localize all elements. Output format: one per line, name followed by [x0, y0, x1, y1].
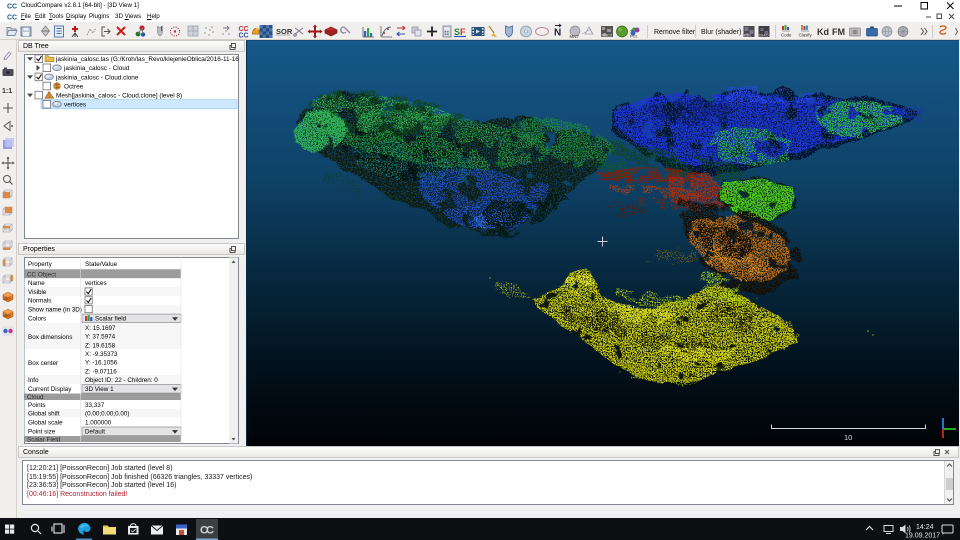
- svg-text:Global shift: Global shift: [28, 411, 60, 418]
- svg-text:Remove filter: Remove filter: [654, 29, 696, 36]
- svg-text:Global scale: Global scale: [28, 419, 63, 426]
- svg-text:F: F: [460, 27, 466, 37]
- svg-text:vertices: vertices: [64, 102, 86, 109]
- svg-text:Current Display: Current Display: [28, 386, 72, 393]
- svg-text:Z: -9.07116: Z: -9.07116: [85, 368, 117, 375]
- svg-text:ISO: ISO: [4, 314, 10, 318]
- svg-text:(0.00;0.00;0.00): (0.00;0.00;0.00): [85, 411, 129, 418]
- svg-text:Point size: Point size: [28, 428, 56, 435]
- svg-text:Show name (in 3D): Show name (in 3D): [28, 307, 82, 314]
- svg-text:10: 10: [844, 433, 852, 442]
- svg-text:SOR: SOR: [276, 27, 293, 36]
- svg-text:EDL: EDL: [744, 33, 753, 38]
- svg-text:CC: CC: [239, 33, 249, 40]
- svg-text:CC Object: CC Object: [27, 272, 56, 279]
- svg-text:Mesh[jaskinia_calosc - Cloud.c: Mesh[jaskinia_calosc - Cloud.clone] (lev…: [56, 93, 182, 100]
- svg-text:M3C2: M3C2: [602, 33, 613, 38]
- svg-text:Blur (shader): Blur (shader): [701, 29, 741, 36]
- svg-text:Scalar field: Scalar field: [95, 316, 127, 323]
- svg-text:1:1: 1:1: [2, 88, 12, 95]
- svg-text:X: -9.35373: X: -9.35373: [85, 351, 118, 358]
- svg-text:FM: FM: [832, 27, 845, 37]
- svg-text:SSAO: SSAO: [759, 34, 769, 38]
- svg-text:Kd: Kd: [817, 27, 829, 37]
- svg-text:Code: Code: [781, 33, 792, 38]
- svg-text:Z: 19.6158: Z: 19.6158: [85, 342, 116, 349]
- svg-text:1.000000: 1.000000: [85, 419, 112, 426]
- svg-text:Property: Property: [28, 261, 53, 268]
- svg-text:Box dimensions: Box dimensions: [28, 334, 72, 341]
- svg-text:Y: -16.1056: Y: -16.1056: [85, 360, 118, 367]
- svg-text:Y: 37.5974: Y: 37.5974: [85, 334, 116, 341]
- svg-text:jaskinia_calosc.las (G:/Kroh/l: jaskinia_calosc.las (G:/Kroh/las_Revo/kl…: [55, 56, 239, 63]
- svg-text:jaskinia_calosc - Cloud.clone: jaskinia_calosc - Cloud.clone: [55, 74, 139, 81]
- svg-text:Visible: Visible: [28, 289, 47, 296]
- svg-text:vertices: vertices: [85, 280, 107, 287]
- svg-text:C: C: [206, 525, 214, 537]
- svg-text:Object ID: 22 - Children: 0: Object ID: 22 - Children: 0: [85, 377, 158, 384]
- svg-text:Normals: Normals: [28, 298, 51, 305]
- svg-text:Scalar Field: Scalar Field: [27, 436, 61, 443]
- svg-text:N: N: [554, 28, 561, 39]
- svg-text:Colors: Colors: [28, 316, 46, 323]
- svg-text:3D View 1: 3D View 1: [85, 386, 114, 393]
- svg-text:CC: CC: [7, 4, 17, 11]
- svg-text:Clasify: Clasify: [799, 33, 813, 38]
- svg-text:19.09.2017: 19.09.2017: [905, 533, 940, 540]
- svg-text:X: 15.1697: X: 15.1697: [85, 325, 116, 332]
- svg-text:Octree: Octree: [64, 83, 84, 90]
- svg-text:33,337: 33,337: [85, 402, 105, 409]
- svg-text:CC: CC: [7, 15, 17, 22]
- svg-text:PCL: PCL: [630, 34, 639, 39]
- svg-text:Info: Info: [28, 377, 39, 384]
- svg-text:MNT: MNT: [570, 34, 580, 39]
- svg-text:Default: Default: [85, 428, 105, 435]
- svg-text:Box center: Box center: [28, 360, 58, 367]
- svg-text:jaskinia_calosc - Cloud: jaskinia_calosc - Cloud: [63, 65, 130, 72]
- svg-text:Points: Points: [28, 402, 46, 409]
- svg-text:14:24: 14:24: [916, 524, 934, 531]
- svg-text:ISO: ISO: [4, 297, 10, 301]
- svg-text:Name: Name: [28, 280, 45, 287]
- svg-text:State/Value: State/Value: [85, 261, 118, 268]
